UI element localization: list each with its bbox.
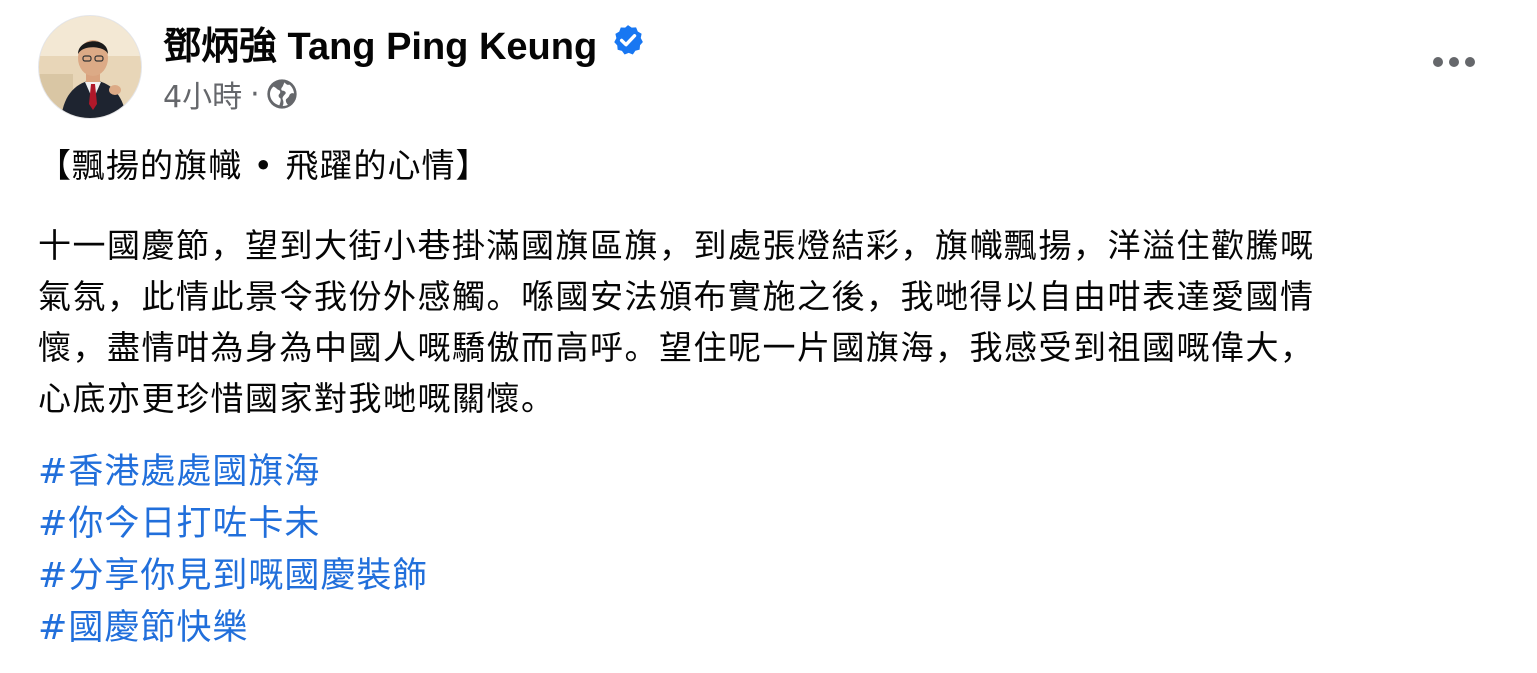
post-meta: 4小時 · [163,72,298,116]
post-body-line: 懷，盡情咁為身為中國人嘅驕傲而高呼。望住呢一片國旗海，我感受到祖國嘅偉大， [38,328,1315,367]
hashtag-link[interactable]: #國慶節快樂 [38,602,248,654]
hashtag-link[interactable]: #你今日打咗卡未 [38,498,320,550]
meta-separator: · [250,76,260,112]
post-content: 【飄揚的旗幟 • 飛躍的心情】 十一國慶節，望到大街小巷掛滿國旗區旗，到處張燈結… [38,140,1500,654]
post-body-line: 心底亦更珍惜國家對我哋嘅關懷。 [38,379,556,418]
hashtag-link[interactable]: #香港處處國旗海 [38,446,320,498]
author-avatar[interactable] [38,15,142,119]
globe-public-icon[interactable] [266,78,298,110]
post-heading: 【飄揚的旗幟 • 飛躍的心情】 [38,146,490,185]
hashtag-list: #香港處處國旗海 #你今日打咗卡未 #分享你見到嘅國慶裝飾 #國慶節快樂 [38,446,1500,654]
profile-photo [39,16,141,118]
post-body-line: 氣氛，此情此景令我份外感觸。喺國安法頒布實施之後，我哋得以自由咁表達愛國情 [38,277,1315,316]
post-body-line: 十一國慶節，望到大街小巷掛滿國旗區旗，到處張燈結彩，旗幟飄揚，洋溢住歡騰嘅 [38,226,1315,265]
more-options-button[interactable] [1428,42,1480,82]
facebook-post: 鄧炳強 Tang Ping Keung 4小時 · 【飄揚的旗幟 • 飛躍的心情… [0,0,1537,673]
post-body: 十一國慶節，望到大街小巷掛滿國旗區旗，到處張燈結彩，旗幟飄揚，洋溢住歡騰嘅 氣氛… [38,220,1500,424]
hashtag-link[interactable]: #分享你見到嘅國慶裝飾 [38,550,428,602]
verified-badge-icon [611,23,645,57]
author-header: 鄧炳強 Tang Ping Keung [163,14,645,70]
author-name-link[interactable]: 鄧炳強 Tang Ping Keung [163,15,597,70]
more-options-icon [1433,57,1475,67]
post-timestamp-link[interactable]: 4小時 [163,72,242,116]
